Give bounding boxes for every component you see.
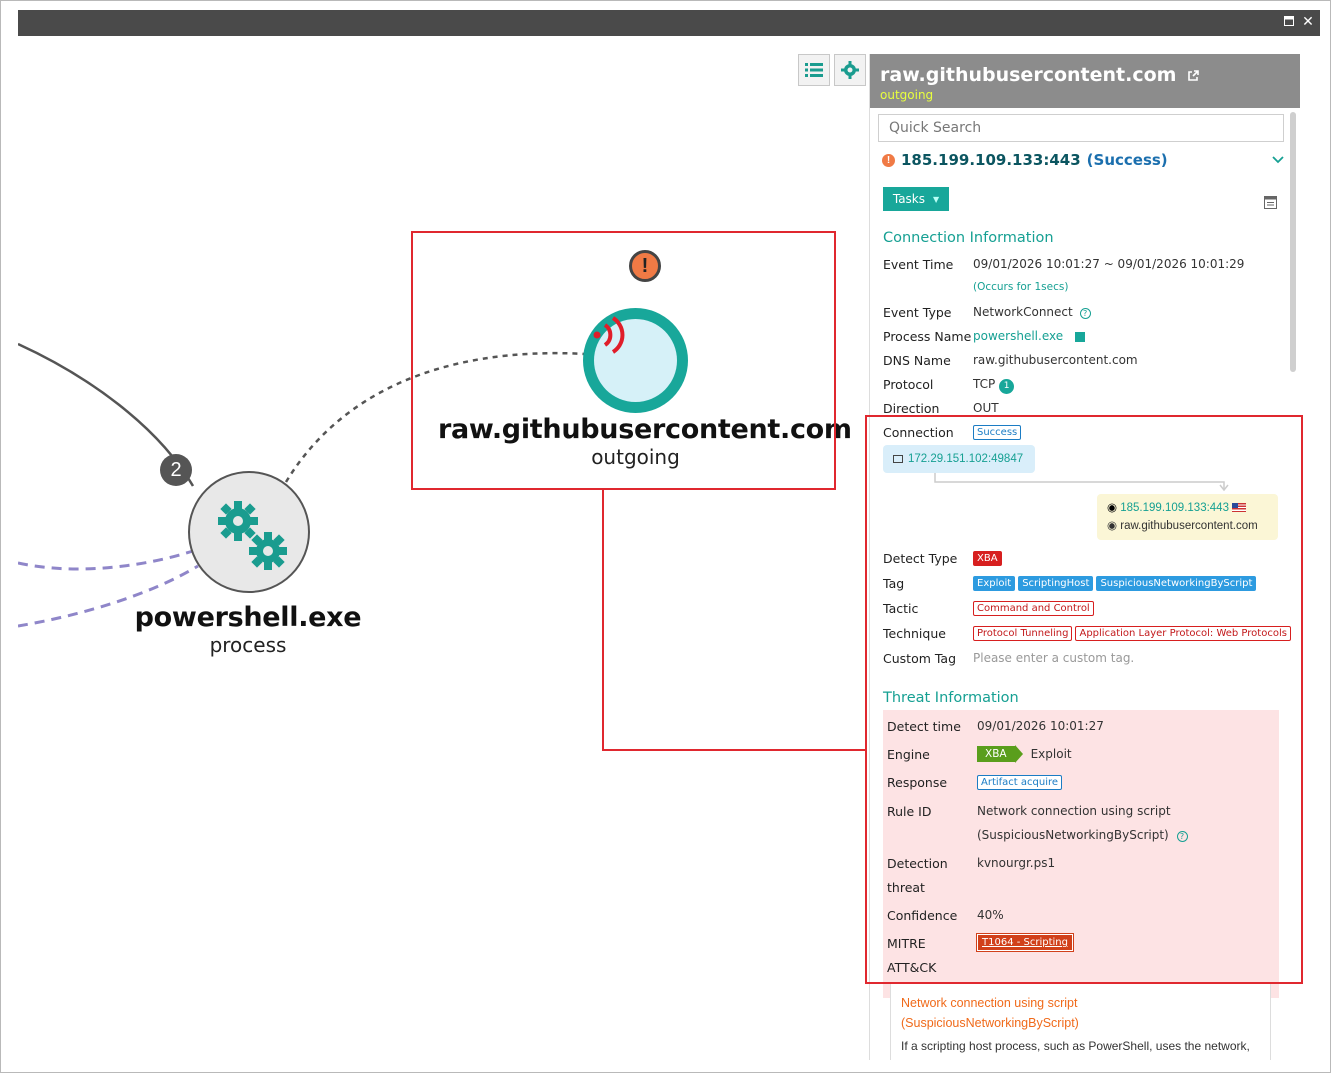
process-label: powershell.exe process [128,602,368,657]
graph-edges [18,342,587,628]
gears-icon [218,501,287,570]
process-name-label: Process Name [883,329,972,344]
connection-header-ip: 185.199.109.133:443 [901,151,1081,169]
panel-title: raw.githubusercontent.com [880,64,1177,86]
protocol-value: TCP [973,377,996,391]
rule-title-line2: (SuspiciousNetworkingByScript) [901,1016,1079,1030]
protocol-label: Protocol [883,377,934,392]
tasks-button[interactable]: Tasks ▼ [883,187,949,211]
process-name-link[interactable]: powershell.exe [973,329,1063,343]
graph-canvas[interactable]: 2 powershell.exe process ! raw.githubuse… [18,36,868,1066]
highlight-connection-details [865,415,1303,984]
title-bar: ✕ [18,10,1320,36]
connection-info-title: Connection Information [883,230,1054,246]
process-name: powershell.exe [134,602,362,633]
list-icon [805,63,823,77]
chevron-down-icon[interactable] [1272,151,1284,169]
rule-description: If a scripting host process, such as Pow… [901,1039,1250,1053]
connection-selector[interactable]: ! 185.199.109.133:443 (Success) [882,150,1284,170]
highlight-connector-vertical [602,489,604,751]
panel-subtitle: outgoing [880,87,934,102]
process-node[interactable] [188,471,310,593]
gear-icon [841,61,859,79]
close-icon[interactable]: ✕ [1299,13,1317,30]
dns-name-label: DNS Name [883,353,951,368]
event-type-value: NetworkConnect [973,305,1073,319]
direction-value: OUT [973,401,999,415]
help-icon[interactable]: ? [1079,308,1091,319]
occurs-duration: (Occurs for 1secs) [973,281,1069,293]
event-time-label: Event Time [883,257,954,272]
highlight-connector-horizontal [602,749,866,751]
connection-header-status: (Success) [1086,151,1168,169]
event-type-label: Event Type [883,305,952,320]
process-count-badge: 2 [160,454,192,486]
quick-search-input[interactable]: Quick Search [878,114,1284,142]
memo-icon[interactable] [1264,196,1277,214]
settings-button[interactable] [834,54,866,86]
dns-name-value: raw.githubusercontent.com [973,353,1138,367]
warning-icon: ! [882,153,895,167]
external-link-icon[interactable] [1187,65,1199,87]
caret-down-icon: ▼ [933,194,940,204]
panel-header: raw.githubusercontent.com outgoing [870,54,1300,108]
list-view-button[interactable] [798,54,830,86]
process-type: process [209,633,287,657]
restore-icon[interactable] [1280,13,1298,29]
event-time-value: 09/01/2026 10:01:27 ~ 09/01/2026 10:01:2… [973,257,1245,271]
rule-title-line1: Network connection using script [901,996,1078,1010]
tasks-label: Tasks [892,192,925,206]
rule-description-box: Network connection using script (Suspici… [890,983,1271,1060]
panel-scrollbar[interactable] [1290,112,1296,372]
protocol-count-badge[interactable]: 1 [999,379,1015,394]
highlight-network-node [411,231,836,490]
direction-label: Direction [883,401,940,416]
open-process-icon[interactable] [1074,331,1085,342]
